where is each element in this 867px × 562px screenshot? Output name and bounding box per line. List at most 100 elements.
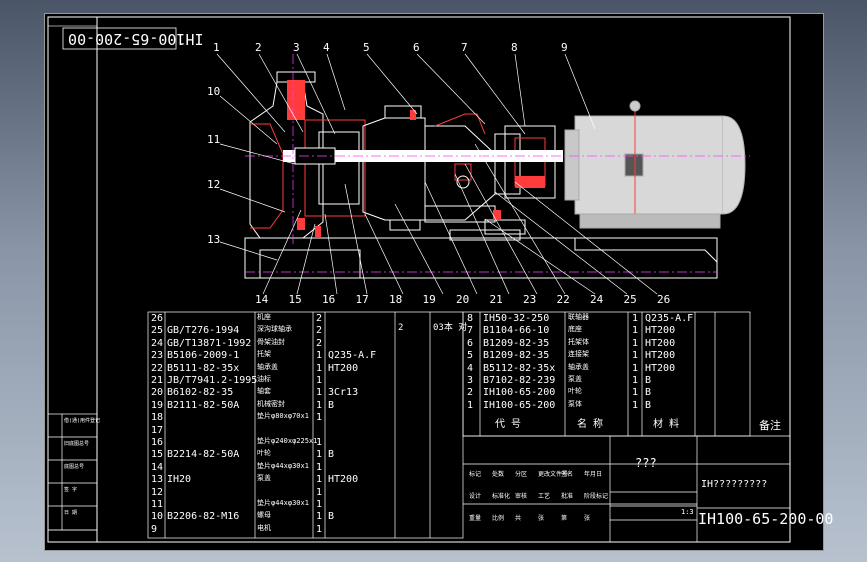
bom-cell-qty: 1: [632, 350, 639, 362]
bom-cell-qty: 1: [632, 325, 639, 337]
left-strip-label: 底图总号: [64, 464, 85, 470]
bom-cell-name: 机械密封: [257, 399, 285, 408]
title-block-label: 设计: [469, 493, 482, 500]
bom-cell-material: B: [645, 387, 652, 399]
bom-cell-code: IH100-65-200: [483, 387, 556, 399]
bom-cell-no: 8: [467, 313, 474, 324]
bom-cell-qty: 1: [316, 474, 323, 486]
bom-cell-qty: 1: [316, 437, 323, 448]
callout-label: 13: [207, 233, 221, 246]
callout-label: 3: [293, 41, 300, 54]
bom-cell-no: 3: [467, 375, 474, 386]
bom-cell-qty: 1: [316, 449, 323, 461]
callout-label: 20: [456, 293, 470, 306]
bom-cell-qty: 1: [316, 412, 323, 424]
callout-label: 15: [288, 293, 302, 306]
callout-label: 11: [207, 133, 221, 146]
bom-cell-no: 12: [151, 486, 164, 498]
bom-cell-name: 轴承盖: [257, 362, 278, 371]
bom-cell-code: B5111-82-35x: [167, 362, 240, 374]
callout-label: 19: [422, 293, 436, 306]
bom-cell-material: 3Cr13: [328, 387, 359, 399]
scale-value: 1:3: [681, 508, 694, 516]
title-block-label: 张: [584, 515, 591, 522]
bom-cell-code: B5112-82-35x: [483, 362, 556, 374]
bom-cell-name: 泵盖: [257, 474, 271, 483]
title-block-label: 比例: [492, 515, 505, 522]
bom-cell-no: 15: [151, 449, 164, 461]
bom-cell-name: 垫片φ44xφ30x1: [257, 499, 309, 507]
bom-cell-name: 骨架油封: [257, 337, 285, 346]
bom-cell-material: HT200: [328, 362, 359, 374]
callout-label: 7: [461, 41, 468, 54]
bom-cell-name: 垫片φ240xφ225x1: [257, 437, 318, 445]
bom-cell-qty: 1: [632, 399, 639, 411]
bom-cell-qty: 1: [316, 511, 323, 523]
bom-cell-name: 垫片φ44xφ30x1: [257, 461, 309, 470]
bom-cell-material: HT200: [645, 362, 676, 374]
bom-cell-name: 托架体: [568, 337, 589, 346]
callout-label: 24: [590, 293, 604, 306]
bom-cell-no: 16: [151, 437, 164, 448]
bom-cell-no: 23: [151, 350, 164, 362]
title-block-label: 标准化: [492, 493, 511, 500]
bom-cell-code: B1209-82-35: [483, 350, 550, 362]
bom-cell-no: 20: [151, 387, 164, 399]
bom-cell-no: 2: [467, 387, 474, 399]
bom-cell-code: JB/T7941.2-1995: [167, 375, 258, 386]
callout-label: 6: [413, 41, 420, 54]
bom-cell-name: 联轴器: [568, 313, 589, 321]
bom-r25-qty2: 2: [398, 323, 404, 333]
callout-label: 14: [255, 293, 269, 306]
callout-label: 18: [389, 293, 403, 306]
bom-cell-qty: 1: [632, 362, 639, 374]
bom-cell-code: B6102-82-35: [167, 387, 234, 399]
callout-label: 2: [255, 41, 262, 54]
bom-cell-qty: 1: [632, 337, 639, 349]
bom-cell-name: 叶轮: [568, 387, 582, 396]
bom-cell-material: B: [328, 511, 335, 523]
bom-header-name: 名 称: [577, 419, 604, 430]
bom-cell-code: B2206-82-M16: [167, 511, 240, 523]
bom-cell-qty: 1: [316, 362, 323, 374]
bom-cell-code: B2111-82-50A: [167, 399, 240, 411]
title-block-label: 批准: [561, 493, 574, 500]
bom-cell-name: 托架: [257, 350, 271, 359]
title-block-label: 标记: [469, 471, 482, 478]
bom-r25-note: 03本 对: [433, 323, 468, 333]
bom-cell-code: B7102-82-239: [483, 375, 556, 386]
left-strip-label: 日 期: [64, 510, 78, 516]
bom-cell-no: 5: [467, 350, 474, 362]
title-block-label: 处数: [492, 471, 505, 478]
bom-cell-no: 13: [151, 474, 164, 486]
bom-cell-name: 垫片φ80xφ70x1: [257, 412, 309, 421]
bom-cell-code: IH50-32-250: [483, 313, 550, 324]
bom-cell-no: 24: [151, 337, 164, 349]
drawing-code-bottom: IH100-65-200-00: [698, 510, 834, 528]
bom-cell-qty: 1: [316, 523, 323, 535]
bom-cell-no: 6: [467, 337, 474, 349]
callout-label: 8: [511, 41, 518, 54]
bom-cell-name: 油标: [257, 375, 271, 383]
callout-label: 22: [556, 293, 570, 306]
bom-cell-qty: 1: [632, 375, 639, 386]
callout-label: 23: [523, 293, 537, 306]
title-block-label: 分区: [515, 471, 528, 478]
bom-cell-code: GB/T276-1994: [167, 325, 240, 337]
bom-cell-no: 4: [467, 362, 474, 374]
bom-cell-no: 1: [467, 399, 474, 411]
bom-cell-no: 11: [151, 499, 164, 510]
bom-cell-code: IH20: [167, 474, 192, 486]
callout-label: 4: [323, 41, 330, 54]
bom-header-material: 材 料: [653, 419, 680, 430]
callout-label: 1: [213, 41, 220, 54]
bom-cell-qty: 1: [316, 375, 323, 386]
bom-cell-name: 螺母: [257, 511, 271, 520]
bom-cell-qty: 1: [316, 461, 323, 473]
bom-cell-code: GB/T13871-1992: [167, 337, 252, 349]
bom-cell-material: Q235-A.F: [328, 350, 377, 362]
bom-cell-no: 21: [151, 375, 164, 386]
bom-cell-material: HT200: [645, 325, 676, 337]
bom-cell-material: B: [645, 399, 652, 411]
callout-label: 17: [355, 293, 369, 306]
